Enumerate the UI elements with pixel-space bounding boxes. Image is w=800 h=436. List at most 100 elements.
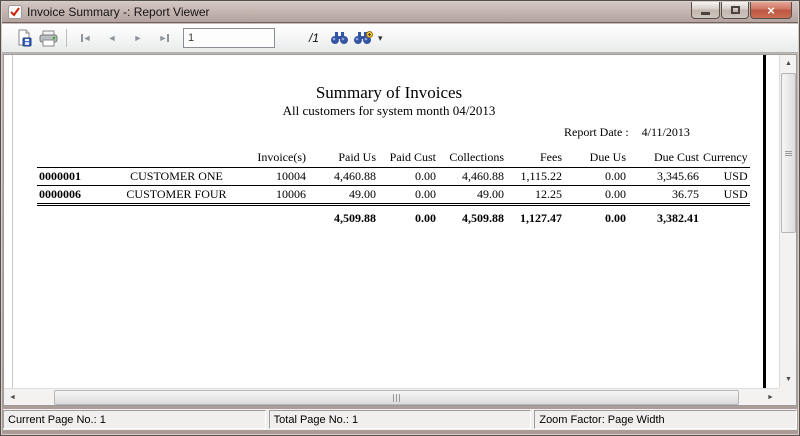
print-button[interactable] [36,27,60,49]
close-button[interactable]: × [750,2,792,19]
header-paid-us: Paid Us [308,149,378,168]
header-invoices: Invoice(s) [246,149,308,168]
header-paid-cust: Paid Cust [378,149,438,168]
cell-paid-cust: 0.00 [378,168,438,186]
invoice-summary-table: Invoice(s) Paid Us Paid Cust Collections… [37,149,750,227]
toolbar-separator [66,29,67,47]
cell-collections: 49.00 [438,186,506,205]
window-controls: × [690,2,792,19]
header-due-cust: Due Cust [628,149,701,168]
titlebar[interactable]: Invoice Summary -: Report Viewer × [2,2,798,23]
cell-fees: 1,115.22 [506,168,564,186]
cell-currency: USD [701,186,750,205]
cell-fees: 12.25 [506,186,564,205]
last-page-button[interactable]: ► [151,28,177,48]
table-totals-row: 4,509.88 0.00 4,509.88 1,127.47 0.00 3,3… [37,205,750,228]
header-currency: Currency [701,149,750,168]
cell-invoices: 10004 [246,168,308,186]
header-fees: Fees [506,149,564,168]
toolbar: ◄ ◄ ► ► /1 [2,24,798,53]
report-date-label: Report Date : [564,125,629,139]
horizontal-scrollbar-thumb[interactable] [54,390,739,405]
close-icon: × [767,3,775,18]
cell-due-us: 0.00 [564,168,628,186]
printer-icon [39,30,58,47]
find-button[interactable] [327,27,351,49]
scrollbar-grip [393,394,400,402]
cell-due-us: 0.00 [564,186,628,205]
cell-customer-name: CUSTOMER FOUR [107,186,246,205]
cell-currency: USD [701,168,750,186]
header-due-us: Due Us [564,149,628,168]
cell-customer-name: CUSTOMER ONE [107,168,246,186]
page-number-input[interactable] [183,28,275,48]
table-header-row: Invoice(s) Paid Us Paid Cust Collections… [37,149,750,168]
binoculars-plus-icon [354,31,373,45]
search-zoom-button[interactable] [351,27,375,49]
binoculars-icon [330,31,349,45]
previous-page-icon: ◄ [108,34,117,43]
last-page-bar-icon [167,34,169,42]
report-page: Summary of Invoices All customers for sy… [4,55,779,388]
report-content: Summary of Invoices All customers for sy… [4,55,779,388]
last-page-icon: ► [159,34,168,43]
totals-blank [37,205,107,228]
cell-invoices: 10006 [246,186,308,205]
header-customer-name [107,149,246,168]
totals-blank [246,205,308,228]
scroll-right-icon[interactable]: ► [762,389,779,406]
maximize-icon [731,6,740,14]
maximize-button[interactable] [721,2,749,19]
cell-customer-no: 0000001 [37,168,107,186]
next-page-button[interactable]: ► [125,28,151,48]
report-viewer-window: Invoice Summary -: Report Viewer × [0,0,800,436]
page-total-label: /1 [309,31,319,45]
total-collections: 4,509.88 [438,205,506,228]
table-row: 0000006 CUSTOMER FOUR 10006 49.00 0.00 4… [37,186,750,205]
cell-due-cust: 36.75 [628,186,701,205]
header-customer-no [37,149,107,168]
table-row: 0000001 CUSTOMER ONE 10004 4,460.88 0.00… [37,168,750,186]
status-total-page: Total Page No.: 1 [269,410,532,429]
total-due-cust: 3,382.41 [628,205,701,228]
status-zoom-factor: Zoom Factor: Page Width [534,410,797,429]
export-icon [15,29,33,47]
scroll-up-icon[interactable]: ▲ [780,55,797,72]
total-fees: 1,127.47 [506,205,564,228]
first-page-icon: ◄ [83,34,92,43]
cell-paid-cust: 0.00 [378,186,438,205]
next-page-icon: ► [134,34,143,43]
cell-collections: 4,460.88 [438,168,506,186]
report-viewport: Summary of Invoices All customers for sy… [3,54,797,406]
totals-blank [107,205,246,228]
report-subtitle: All customers for system month 04/2013 [4,103,774,119]
statusbar: Current Page No.: 1 Total Page No.: 1 Zo… [3,409,797,430]
app-check-icon [8,5,22,19]
total-paid-cust: 0.00 [378,205,438,228]
cell-paid-us: 49.00 [308,186,378,205]
vertical-scrollbar-thumb[interactable] [781,73,796,233]
previous-page-button[interactable]: ◄ [99,28,125,48]
window-title: Invoice Summary -: Report Viewer [27,5,210,19]
status-current-page: Current Page No.: 1 [3,410,266,429]
report-date: Report Date : 4/11/2013 [564,125,690,140]
scroll-down-icon[interactable]: ▼ [780,371,797,388]
totals-blank [701,205,750,228]
vertical-scrollbar[interactable]: ▲ ▼ [779,55,796,388]
cell-customer-no: 0000006 [37,186,107,205]
search-dropdown-icon[interactable]: ▾ [378,33,383,44]
minimize-button[interactable] [691,2,720,19]
scroll-left-icon[interactable]: ◄ [4,389,21,406]
scrollbar-corner [779,388,796,405]
cell-paid-us: 4,460.88 [308,168,378,186]
scrollbar-grip [785,151,792,156]
report-title: Summary of Invoices [4,83,774,103]
cell-due-cust: 3,345.66 [628,168,701,186]
header-collections: Collections [438,149,506,168]
report-date-value: 4/11/2013 [642,125,690,139]
total-paid-us: 4,509.88 [308,205,378,228]
horizontal-scrollbar[interactable]: ◄ ► [4,388,779,405]
minimize-icon [701,12,710,15]
first-page-button[interactable]: ◄ [73,28,99,48]
export-button[interactable] [12,27,36,49]
